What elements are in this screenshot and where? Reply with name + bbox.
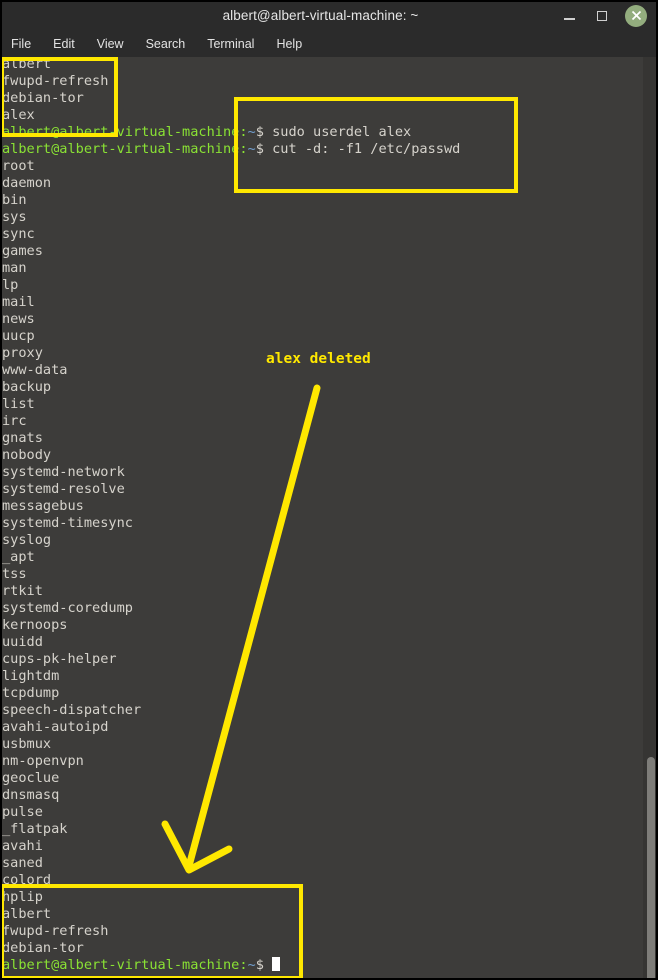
terminal-window: albert@albert-virtual-machine: ~ File Ed… (0, 0, 658, 980)
window-border (0, 0, 658, 980)
